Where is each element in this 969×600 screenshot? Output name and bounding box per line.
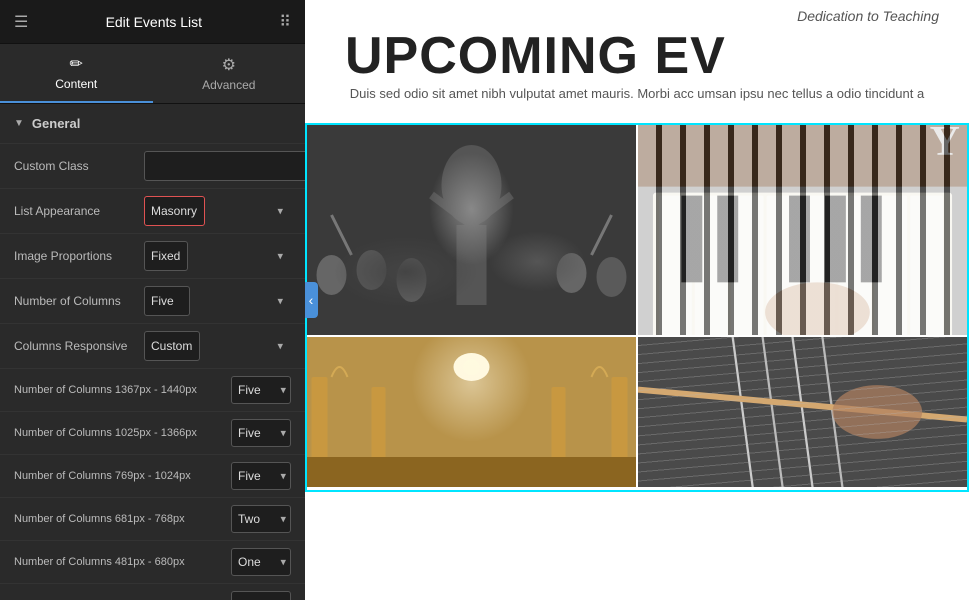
columns-1025-1366-label: Number of Columns 1025px - 1366px bbox=[14, 427, 231, 439]
columns-481-680-wrapper: OneTwoThree bbox=[231, 548, 291, 576]
columns-481-680-select[interactable]: OneTwoThree bbox=[231, 548, 291, 576]
image-grid: Y bbox=[307, 125, 967, 490]
image-grid-wrapper: Y bbox=[305, 123, 969, 492]
sidebar: ☰ Edit Events List ⠿ ✏ Content ⚙ Advance… bbox=[0, 0, 305, 600]
columns-681-768-select[interactable]: OneTwoThreeFourFive bbox=[231, 505, 291, 533]
field-columns-1367-1440: Number of Columns 1367px - 1440px OneTwo… bbox=[0, 368, 305, 411]
field-columns-681-768: Number of Columns 681px - 768px OneTwoTh… bbox=[0, 497, 305, 540]
tab-advanced-label: Advanced bbox=[202, 78, 255, 92]
preview-subtitle: Dedication to Teaching bbox=[325, 8, 949, 24]
custom-class-label: Custom Class bbox=[14, 159, 144, 173]
sidebar-header: ☰ Edit Events List ⠿ bbox=[0, 0, 305, 44]
columns-769-1024-select[interactable]: OneTwoThreeFourFive bbox=[231, 462, 291, 490]
columns-1025-1366-select[interactable]: OneTwoThreeFourFive bbox=[231, 419, 291, 447]
image-proportions-wrapper: Fixed Auto bbox=[144, 241, 291, 271]
tab-bar: ✏ Content ⚙ Advanced bbox=[0, 44, 305, 104]
image-piano: Y bbox=[638, 125, 967, 335]
preview-title: UPCOMING EV bbox=[325, 26, 949, 86]
columns-responsive-label: Columns Responsive bbox=[14, 339, 144, 353]
tab-content-label: Content bbox=[55, 77, 97, 91]
number-of-columns-wrapper: One Two Three Four Five bbox=[144, 286, 291, 316]
preview-area: Dedication to Teaching UPCOMING EV Duis … bbox=[305, 0, 969, 600]
field-custom-class: Custom Class bbox=[0, 143, 305, 188]
pencil-icon: ✏ bbox=[70, 54, 83, 74]
section-arrow-icon: ▼ bbox=[14, 118, 24, 129]
columns-769-1024-wrapper: OneTwoThreeFourFive bbox=[231, 462, 291, 490]
columns-681-768-label: Number of Columns 681px - 768px bbox=[14, 513, 231, 525]
image-concert-hall bbox=[307, 337, 636, 487]
tab-content[interactable]: ✏ Content bbox=[0, 44, 153, 103]
field-columns-481-680: Number of Columns 481px - 680px OneTwoTh… bbox=[0, 540, 305, 583]
image-proportions-select[interactable]: Fixed Auto bbox=[144, 241, 188, 271]
field-columns-responsive: Columns Responsive Custom Auto bbox=[0, 323, 305, 368]
list-appearance-wrapper: Masonry Grid List bbox=[144, 196, 291, 226]
field-image-proportions: Image Proportions Fixed Auto bbox=[0, 233, 305, 278]
columns-responsive-select[interactable]: Custom Auto bbox=[144, 331, 200, 361]
svg-text:Y: Y bbox=[930, 125, 960, 165]
custom-class-input[interactable] bbox=[144, 151, 305, 181]
list-appearance-label: List Appearance bbox=[14, 204, 144, 218]
columns-1367-1440-select[interactable]: OneTwoThreeFourFive bbox=[231, 376, 291, 404]
columns-responsive-wrapper: Custom Auto bbox=[144, 331, 291, 361]
columns-769-1024-label: Number of Columns 769px - 1024px bbox=[14, 470, 231, 482]
field-columns-769-1024: Number of Columns 769px - 1024px OneTwoT… bbox=[0, 454, 305, 497]
list-appearance-select[interactable]: Masonry Grid List bbox=[144, 196, 205, 226]
sidebar-title: Edit Events List bbox=[106, 14, 203, 30]
collapse-handle[interactable] bbox=[305, 282, 318, 318]
field-columns-1025-1366: Number of Columns 1025px - 1366px OneTwo… bbox=[0, 411, 305, 454]
main-preview: Dedication to Teaching UPCOMING EV Duis … bbox=[305, 0, 969, 600]
field-list-appearance: List Appearance Masonry Grid List bbox=[0, 188, 305, 233]
field-number-of-columns: Number of Columns One Two Three Four Fiv… bbox=[0, 278, 305, 323]
section-general[interactable]: ▼ General bbox=[0, 104, 305, 143]
columns-0-480-wrapper: OneTwoThree bbox=[231, 591, 291, 600]
columns-1367-1440-wrapper: OneTwoThreeFourFive bbox=[231, 376, 291, 404]
image-orchestra bbox=[307, 125, 636, 335]
section-general-label: General bbox=[32, 116, 80, 131]
image-strings bbox=[638, 337, 967, 487]
tab-advanced[interactable]: ⚙ Advanced bbox=[153, 44, 306, 103]
sidebar-content: ▼ General Custom Class List Appearance M… bbox=[0, 104, 305, 600]
number-of-columns-select[interactable]: One Two Three Four Five bbox=[144, 286, 190, 316]
columns-1367-1440-label: Number of Columns 1367px - 1440px bbox=[14, 384, 231, 396]
grid-icon[interactable]: ⠿ bbox=[279, 12, 291, 32]
number-of-columns-label: Number of Columns bbox=[14, 294, 144, 308]
gear-icon: ⚙ bbox=[222, 55, 236, 75]
columns-481-680-label: Number of Columns 481px - 680px bbox=[14, 556, 231, 568]
image-proportions-label: Image Proportions bbox=[14, 249, 144, 263]
columns-681-768-wrapper: OneTwoThreeFourFive bbox=[231, 505, 291, 533]
preview-description: Duis sed odio sit amet nibh vulputat ame… bbox=[325, 86, 949, 101]
columns-0-480-select[interactable]: OneTwoThree bbox=[231, 591, 291, 600]
hamburger-icon[interactable]: ☰ bbox=[14, 12, 28, 32]
field-columns-0-480: Number of Columns 0 - 480px OneTwoThree bbox=[0, 583, 305, 600]
preview-header: Dedication to Teaching UPCOMING EV Duis … bbox=[305, 0, 969, 123]
columns-1025-1366-wrapper: OneTwoThreeFourFive bbox=[231, 419, 291, 447]
